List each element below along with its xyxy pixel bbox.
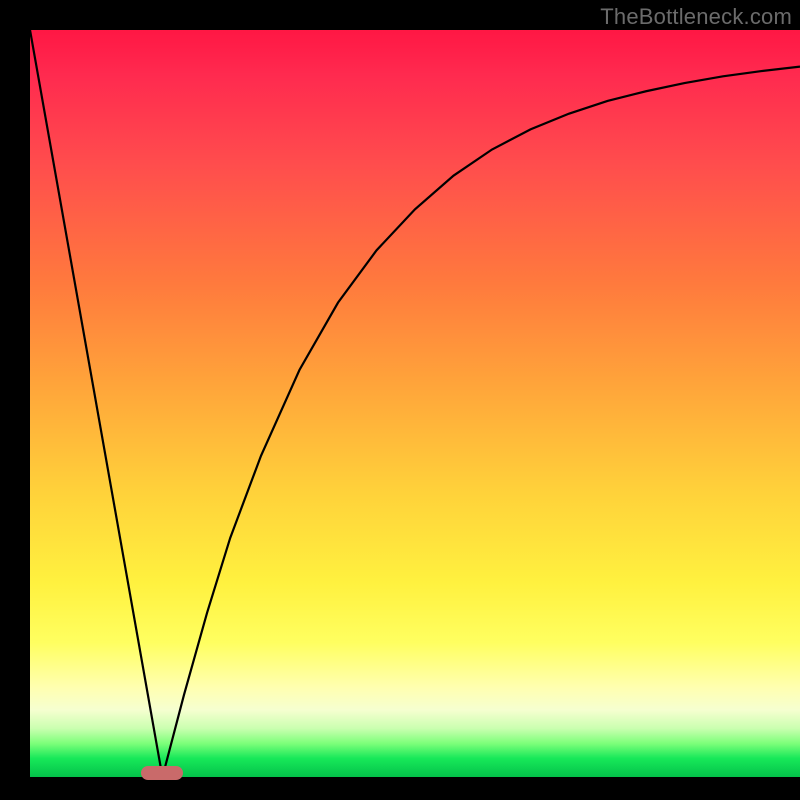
watermark-text: TheBottleneck.com: [600, 4, 792, 30]
chart-frame: TheBottleneck.com: [0, 0, 800, 800]
left-line-path: [30, 30, 162, 777]
optimum-marker: [141, 766, 183, 780]
curves-svg: [30, 30, 800, 777]
right-curve-path: [162, 67, 800, 777]
plot-area: [30, 30, 800, 777]
